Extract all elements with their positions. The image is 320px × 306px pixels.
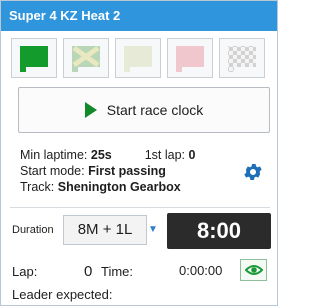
race-timer: 8:00 (167, 213, 271, 249)
start-mode-row: Start mode: First passing (20, 163, 195, 179)
track-row: Track: Shenington Gearbox (20, 179, 195, 195)
min-laptime-value: 25s (90, 148, 112, 162)
race-info: Min laptime: 25s 1st lap: 0 Start mode: … (20, 147, 195, 195)
start-mode-value: First passing (88, 164, 166, 178)
duration-label: Duration (12, 224, 54, 236)
laptime-row: Min laptime: 25s 1st lap: 0 (20, 147, 195, 163)
white-flag-button[interactable] (115, 38, 161, 78)
lap-value: 0 (84, 263, 93, 280)
play-icon (84, 102, 97, 118)
red-flag-button[interactable] (167, 38, 213, 78)
crossed-yellow-flag-icon (72, 45, 100, 72)
divider (10, 207, 270, 208)
lap-label: Lap: (12, 264, 38, 279)
gear-icon[interactable] (242, 161, 264, 183)
green-flag-button[interactable] (11, 38, 57, 78)
chequered-flag-icon (228, 46, 256, 72)
toggle-visibility-button[interactable] (240, 259, 267, 281)
start-race-clock-button[interactable]: Start race clock (18, 87, 270, 133)
chevron-down-icon[interactable]: ▼ (147, 215, 159, 245)
time-value: 0:00:00 (179, 263, 223, 278)
red-flag-icon (176, 46, 204, 72)
min-laptime-label: Min laptime: (20, 148, 88, 162)
eye-icon (244, 265, 263, 275)
start-mode-label: Start mode: (20, 164, 85, 178)
green-flag-icon (20, 46, 48, 72)
yellow-flag-button[interactable] (63, 38, 109, 78)
panel-title: Super 4 KZ Heat 2 (1, 1, 277, 31)
first-lap-label: 1st lap: (144, 148, 186, 162)
track-label: Track: (20, 180, 55, 194)
start-race-clock-label: Start race clock (106, 102, 204, 118)
duration-select[interactable]: 8M + 1L (63, 215, 147, 245)
time-label: Time: (101, 264, 134, 279)
track-value: Shenington Gearbox (57, 180, 181, 194)
leader-expected-label: Leader expected: (12, 287, 113, 302)
first-lap-value: 0 (188, 148, 196, 162)
chequered-flag-button[interactable] (219, 38, 265, 78)
white-flag-icon (124, 46, 152, 72)
race-control-panel: Super 4 KZ Heat 2 Start race clock Min l… (0, 0, 278, 306)
